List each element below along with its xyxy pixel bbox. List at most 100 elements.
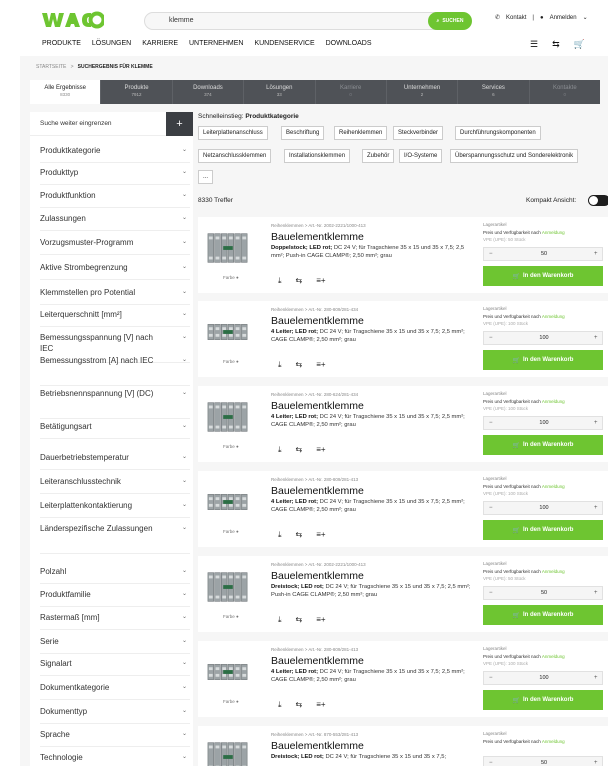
product-meta[interactable]: Reihenklemmen > Art.-Nr. 280-809/281-413 [271,647,358,652]
nav-produkte[interactable]: PRODUKTE [42,40,81,47]
kontakt-link[interactable]: Kontakt [506,15,526,21]
category-chip[interactable]: Durchführungskomponenten [455,126,541,140]
list-icon[interactable]: ☰ [530,39,538,50]
category-chip[interactable]: Beschriftung [281,126,325,140]
tab-services[interactable]: Services 6 [458,80,530,104]
filter-item[interactable]: Produkttyp ⌄ [40,167,190,178]
plus-icon[interactable]: + [166,112,193,136]
category-chip[interactable]: I/O-Systeme [399,149,443,163]
minus-icon[interactable]: − [489,760,493,766]
quantity-value[interactable]: 100 [484,420,604,426]
tab-unternehmen[interactable]: Unternehmen 2 [387,80,459,104]
category-chip[interactable]: Überspannungsschutz und Sonderelektronik [450,149,579,163]
plus-icon[interactable]: + [594,335,598,341]
login-link[interactable]: Anmeldung [542,739,565,744]
filter-item[interactable]: Leiterquerschnitt [mm²] ⌄ [40,309,190,320]
login-link[interactable]: Anmeldung [542,569,565,574]
product-name[interactable]: Bauelementklemme [271,485,364,497]
plus-icon[interactable]: + [594,251,598,257]
search-input[interactable]: klemme [144,12,470,30]
login-link[interactable]: Anmeldung [542,230,565,235]
filter-item[interactable]: Betätigungsart ⌄ [40,421,190,432]
info-icon[interactable]: ● [236,699,239,704]
info-icon[interactable]: ● [236,275,239,280]
plus-icon[interactable]: + [594,760,598,766]
product-image[interactable] [206,570,250,604]
product-name[interactable]: Bauelementklemme [271,400,364,412]
add-to-cart-button[interactable]: 🛒 In den Warenkorb [483,350,603,370]
minus-icon[interactable]: − [489,420,493,426]
info-icon[interactable]: ● [236,529,239,534]
add-to-cart-button[interactable]: 🛒 In den Warenkorb [483,435,603,455]
compare-icon[interactable]: ⇆ [296,530,303,540]
nav-downloads[interactable]: DOWNLOADS [326,40,372,47]
compare-icon[interactable]: ⇆ [296,700,303,710]
filter-item[interactable]: Dokumentkategorie ⌄ [40,682,190,693]
minus-icon[interactable]: − [489,590,493,596]
add-to-cart-button[interactable]: 🛒 In den Warenkorb [483,690,603,710]
tab-alle[interactable]: Alle Ergebnisse 8330 [30,80,102,104]
add-to-list-icon[interactable]: ≡+ [316,530,325,540]
compare-icon[interactable]: ⇆ [552,39,560,50]
tab-loesungen[interactable]: Lösungen 33 [244,80,316,104]
nav-karriere[interactable]: KARRIERE [142,40,178,47]
product-meta[interactable]: Reihenklemmen > Art.-Nr. 280-624/281-434 [271,392,358,397]
category-chip[interactable]: Leiterplattenanschluss [198,126,268,140]
product-image[interactable] [206,740,250,766]
product-image[interactable] [206,655,250,689]
add-to-list-icon[interactable]: ≡+ [316,445,325,455]
plus-icon[interactable]: + [594,590,598,596]
compact-view-toggle[interactable] [588,195,608,206]
quantity-value[interactable]: 50 [484,590,604,596]
info-icon[interactable]: ● [236,614,239,619]
filter-item[interactable]: Produktfunktion ⌄ [40,190,190,201]
add-to-list-icon[interactable]: ≡+ [316,276,325,286]
cart-icon[interactable]: 🛒 [574,39,585,50]
login-link[interactable]: Anmeldung [542,399,565,404]
product-name[interactable]: Bauelementklemme [271,315,364,327]
quantity-stepper[interactable]: 100 − + [483,416,603,430]
category-chip[interactable]: ... [198,170,214,184]
compare-icon[interactable]: ⇆ [296,276,303,286]
tab-kontakte[interactable]: Kontakte 0 [530,80,600,104]
tab-karriere[interactable]: Karriere 0 [316,80,387,104]
compare-icon[interactable]: ⇆ [296,360,303,370]
minus-icon[interactable]: − [489,335,493,341]
filter-item[interactable]: Länderspezifische Zulassungen ⌄ [40,523,187,534]
download-icon[interactable]: ⤓ [278,276,282,286]
info-icon[interactable]: ● [236,444,239,449]
filter-item[interactable]: Vorzugsmuster-Programm ⌄ [40,237,190,248]
product-name[interactable]: Bauelementklemme [271,570,364,582]
search-button[interactable]: ⌕ SUCHEN [428,12,472,30]
filter-item[interactable]: Sprache ⌄ [40,729,190,740]
nav-kundenservice[interactable]: KUNDENSERVICE [254,40,314,47]
product-image[interactable] [206,231,250,265]
quantity-stepper[interactable]: 50 − + [483,756,603,766]
download-icon[interactable]: ⤓ [278,360,282,370]
login-link[interactable]: Anmeldung [542,654,565,659]
minus-icon[interactable]: − [489,505,493,511]
nav-unternehmen[interactable]: UNTERNEHMEN [189,40,243,47]
quantity-value[interactable]: 100 [484,505,604,511]
login-link[interactable]: Anmeldung [542,484,565,489]
filter-item[interactable]: Rastermaß [mm] ⌄ [40,612,190,623]
add-to-cart-button[interactable]: 🛒 In den Warenkorb [483,605,603,625]
product-name[interactable]: Bauelementklemme [271,231,364,243]
add-to-list-icon[interactable]: ≡+ [316,615,325,625]
info-icon[interactable]: ● [236,359,239,364]
quantity-value[interactable]: 50 [484,760,604,766]
filter-item[interactable]: Klemmstellen pro Potential ⌄ [40,287,190,298]
compare-icon[interactable]: ⇆ [296,615,303,625]
product-image[interactable] [206,315,250,349]
category-chip[interactable]: Netzanschlussklemmen [198,149,272,163]
filter-item[interactable]: Polzahl ⌄ [40,566,190,577]
filter-item[interactable]: Bemessungsspannung [V] nach IEC ⌄ [40,332,187,354]
wago-logo[interactable] [42,11,104,29]
filter-item[interactable]: Aktive Strombegrenzung ⌄ [40,262,190,273]
tab-produkte[interactable]: Produkte 7912 [101,80,173,104]
filter-item[interactable]: Dokumenttyp ⌄ [40,706,190,717]
product-meta[interactable]: Reihenklemmen > Art.-Nr. 870-553/281-413 [271,732,358,737]
quantity-value[interactable]: 50 [484,251,604,257]
download-icon[interactable]: ⤓ [278,445,282,455]
product-meta[interactable]: Reihenklemmen > Art.-Nr. 2002-2221/1000-… [271,562,366,567]
